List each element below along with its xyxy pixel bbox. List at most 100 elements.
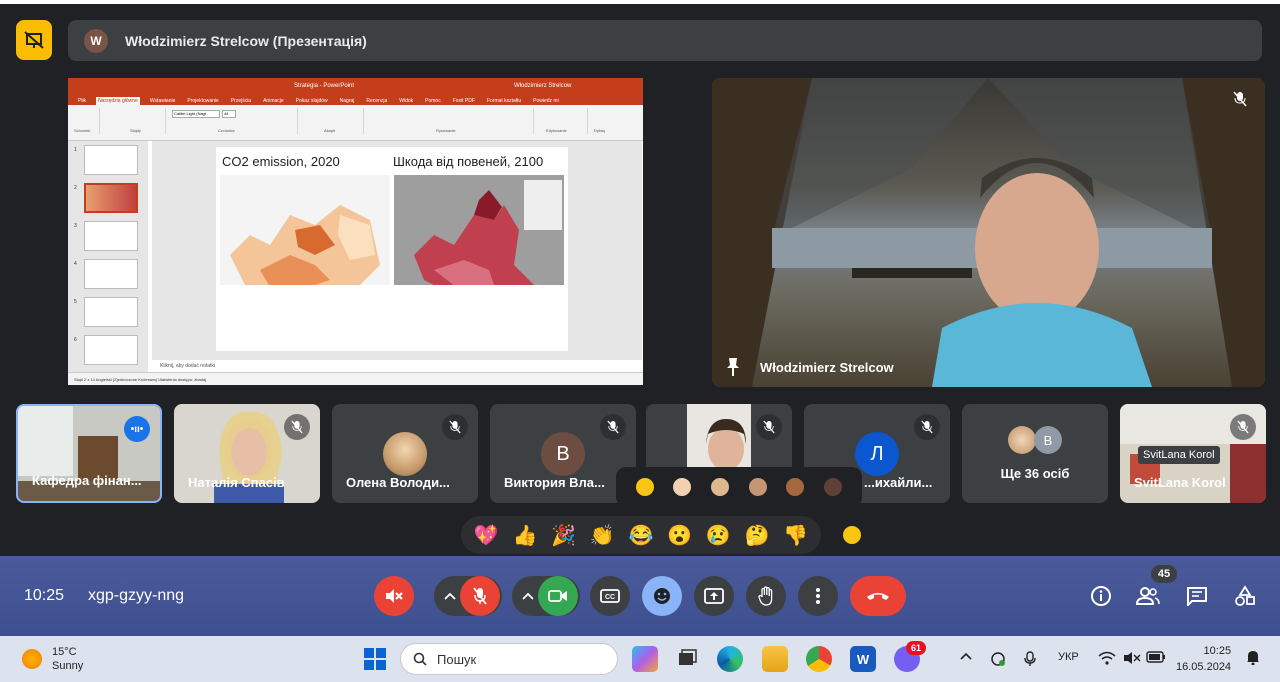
hang-up-icon — [867, 593, 889, 600]
meeting-details-button[interactable] — [1087, 582, 1115, 610]
reaction-thinking[interactable]: 🤔 — [744, 523, 769, 548]
present-screen-icon — [704, 588, 724, 604]
more-participants-tile[interactable]: В Ще 36 осіб — [962, 404, 1108, 503]
ppt-tab: Format kształtu — [486, 98, 522, 104]
tray-chevron-icon[interactable] — [960, 651, 972, 663]
participant-tile[interactable]: SvitLana Korol SvitLana Korol — [1120, 404, 1266, 503]
reaction-party[interactable]: 🎉 — [551, 523, 576, 548]
raise-hand-button[interactable] — [746, 576, 786, 616]
microphone-icon[interactable] — [1024, 651, 1036, 670]
mic-off-icon — [1230, 414, 1256, 440]
name-tooltip: SvitLana Korol — [1138, 446, 1220, 464]
reaction-laugh[interactable]: 😂 — [629, 523, 654, 548]
ppt-tab: Narzędzia główne — [96, 97, 140, 105]
ppt-ribbon-tabs: Plik Narzędzia główne Wstawianie Projekt… — [68, 94, 643, 105]
copilot-icon[interactable] — [632, 646, 658, 672]
search-placeholder: Пошук — [437, 651, 477, 667]
reaction-clap[interactable]: 👏 — [590, 523, 615, 548]
skin-tone-option[interactable] — [709, 476, 732, 498]
taskbar-search[interactable]: Пошук — [400, 643, 618, 675]
reaction-thumbs-down[interactable]: 👎 — [783, 523, 808, 548]
participant-name: Виктория Вла... — [504, 475, 605, 490]
speaker-off-button[interactable] — [374, 576, 414, 616]
camera-toggle-button[interactable] — [538, 576, 578, 616]
leave-call-button[interactable] — [850, 576, 906, 616]
activities-button[interactable] — [1231, 582, 1259, 610]
ribbon-group: Dyktuj — [594, 128, 606, 133]
edge-icon[interactable] — [717, 646, 743, 672]
people-button[interactable] — [1134, 582, 1162, 610]
slide-thumb — [84, 297, 138, 327]
reaction-sad[interactable]: 😢 — [706, 523, 731, 548]
present-button[interactable] — [694, 576, 734, 616]
ppt-statusbar: Slajd 2 z 14 Angielski (Zjednoczone Król… — [68, 372, 643, 385]
captions-button[interactable]: CC — [590, 576, 630, 616]
presentation-title: Włodzimierz Strelcow (Презентація) — [125, 32, 367, 49]
ppt-tab: Pomoc — [425, 98, 441, 104]
participant-tile[interactable]: Олена Володи... — [332, 404, 478, 503]
participant-tile[interactable]: •ıı• Кафедра фінан... — [16, 404, 162, 503]
participant-tile[interactable]: В Виктория Вла... — [490, 404, 636, 503]
notification-bell-icon[interactable] — [1246, 649, 1260, 668]
volume-muted-icon[interactable] — [1123, 651, 1141, 668]
participants-count-badge: 45 — [1151, 565, 1177, 583]
people-icon — [1136, 587, 1160, 605]
reaction-bar: 💖 👍 🎉 👏 😂 😮 😢 🤔 👎 — [461, 516, 821, 554]
captions-icon: CC — [600, 589, 620, 603]
sync-icon[interactable] — [990, 651, 1006, 670]
skin-tone-option[interactable] — [746, 476, 769, 498]
skin-tone-option[interactable] — [784, 476, 807, 498]
slide-thumb — [84, 259, 138, 289]
slide-thumb — [84, 183, 138, 213]
mic-toggle-button[interactable] — [460, 576, 500, 616]
more-participants-label: Ще 36 осіб — [1000, 466, 1070, 481]
clock-date: 16.05.2024 — [1176, 661, 1232, 673]
ppt-tab: Foxit PDF — [452, 98, 475, 104]
camera-icon — [548, 590, 567, 602]
hide-presentation-button[interactable] — [16, 20, 52, 60]
chevron-up-icon[interactable] — [522, 592, 534, 600]
slide: CO2 emission, 2020 Шкода від повеней, 21… — [216, 147, 568, 351]
ppt-tab: Plik — [78, 98, 87, 104]
weather-condition: Sunny — [52, 660, 84, 672]
skin-tone-option[interactable] — [822, 476, 845, 498]
system-clock[interactable]: 10:25 16.05.2024 — [1176, 643, 1231, 675]
slide-thumbnails: 1 2 3 4 5 6 — [68, 141, 148, 372]
slide-thumb — [84, 145, 138, 175]
file-explorer-icon[interactable] — [762, 646, 788, 672]
ppt-tab: Animacje — [263, 98, 284, 104]
chat-button[interactable] — [1183, 582, 1211, 610]
slide-title-right: Шкода від повеней, 2100 — [393, 154, 544, 169]
skin-tone-option[interactable] — [671, 476, 694, 498]
meeting-code: xgp-gzyy-nng — [88, 587, 185, 604]
skin-tone-option[interactable] — [633, 476, 656, 498]
ribbon-group: Slajdy — [102, 108, 166, 134]
more-options-button[interactable] — [798, 576, 838, 616]
notes-pane[interactable]: Kliknij, aby dodać notatki — [152, 360, 642, 372]
video-frame — [712, 78, 1265, 387]
pin-icon[interactable] — [726, 357, 740, 377]
speaking-indicator-icon: •ıı• — [124, 416, 150, 442]
weather-widget[interactable]: 15°C Sunny — [22, 645, 83, 673]
chrome-icon[interactable] — [806, 646, 832, 672]
ribbon-group: Schowek — [70, 108, 100, 134]
input-language[interactable]: УКР — [1058, 651, 1079, 663]
word-icon[interactable]: W — [850, 646, 876, 672]
shared-screen: Strategia - PowerPoint Włodzimierz Strel… — [68, 78, 643, 385]
reaction-surprised[interactable]: 😮 — [667, 523, 692, 548]
participant-tile[interactable]: Наталія Спасів — [174, 404, 320, 503]
chevron-up-icon[interactable] — [444, 592, 456, 600]
windows-start-icon[interactable] — [362, 646, 388, 672]
svg-text:CC: CC — [605, 594, 615, 601]
ppt-titlebar: Strategia - PowerPoint Włodzimierz Strel… — [68, 78, 643, 94]
reaction-heart[interactable]: 💖 — [474, 523, 499, 548]
skin-tone-button[interactable] — [841, 524, 863, 546]
task-view-icon[interactable] — [674, 646, 700, 672]
top-border — [0, 0, 1280, 4]
reactions-button[interactable] — [642, 576, 682, 616]
reaction-thumbs-up[interactable]: 👍 — [513, 523, 538, 548]
ppt-tab: Przejścia — [230, 98, 252, 104]
battery-icon[interactable] — [1146, 651, 1166, 666]
wifi-icon[interactable] — [1098, 651, 1116, 668]
participant-name: Наталія Спасів — [188, 475, 285, 490]
